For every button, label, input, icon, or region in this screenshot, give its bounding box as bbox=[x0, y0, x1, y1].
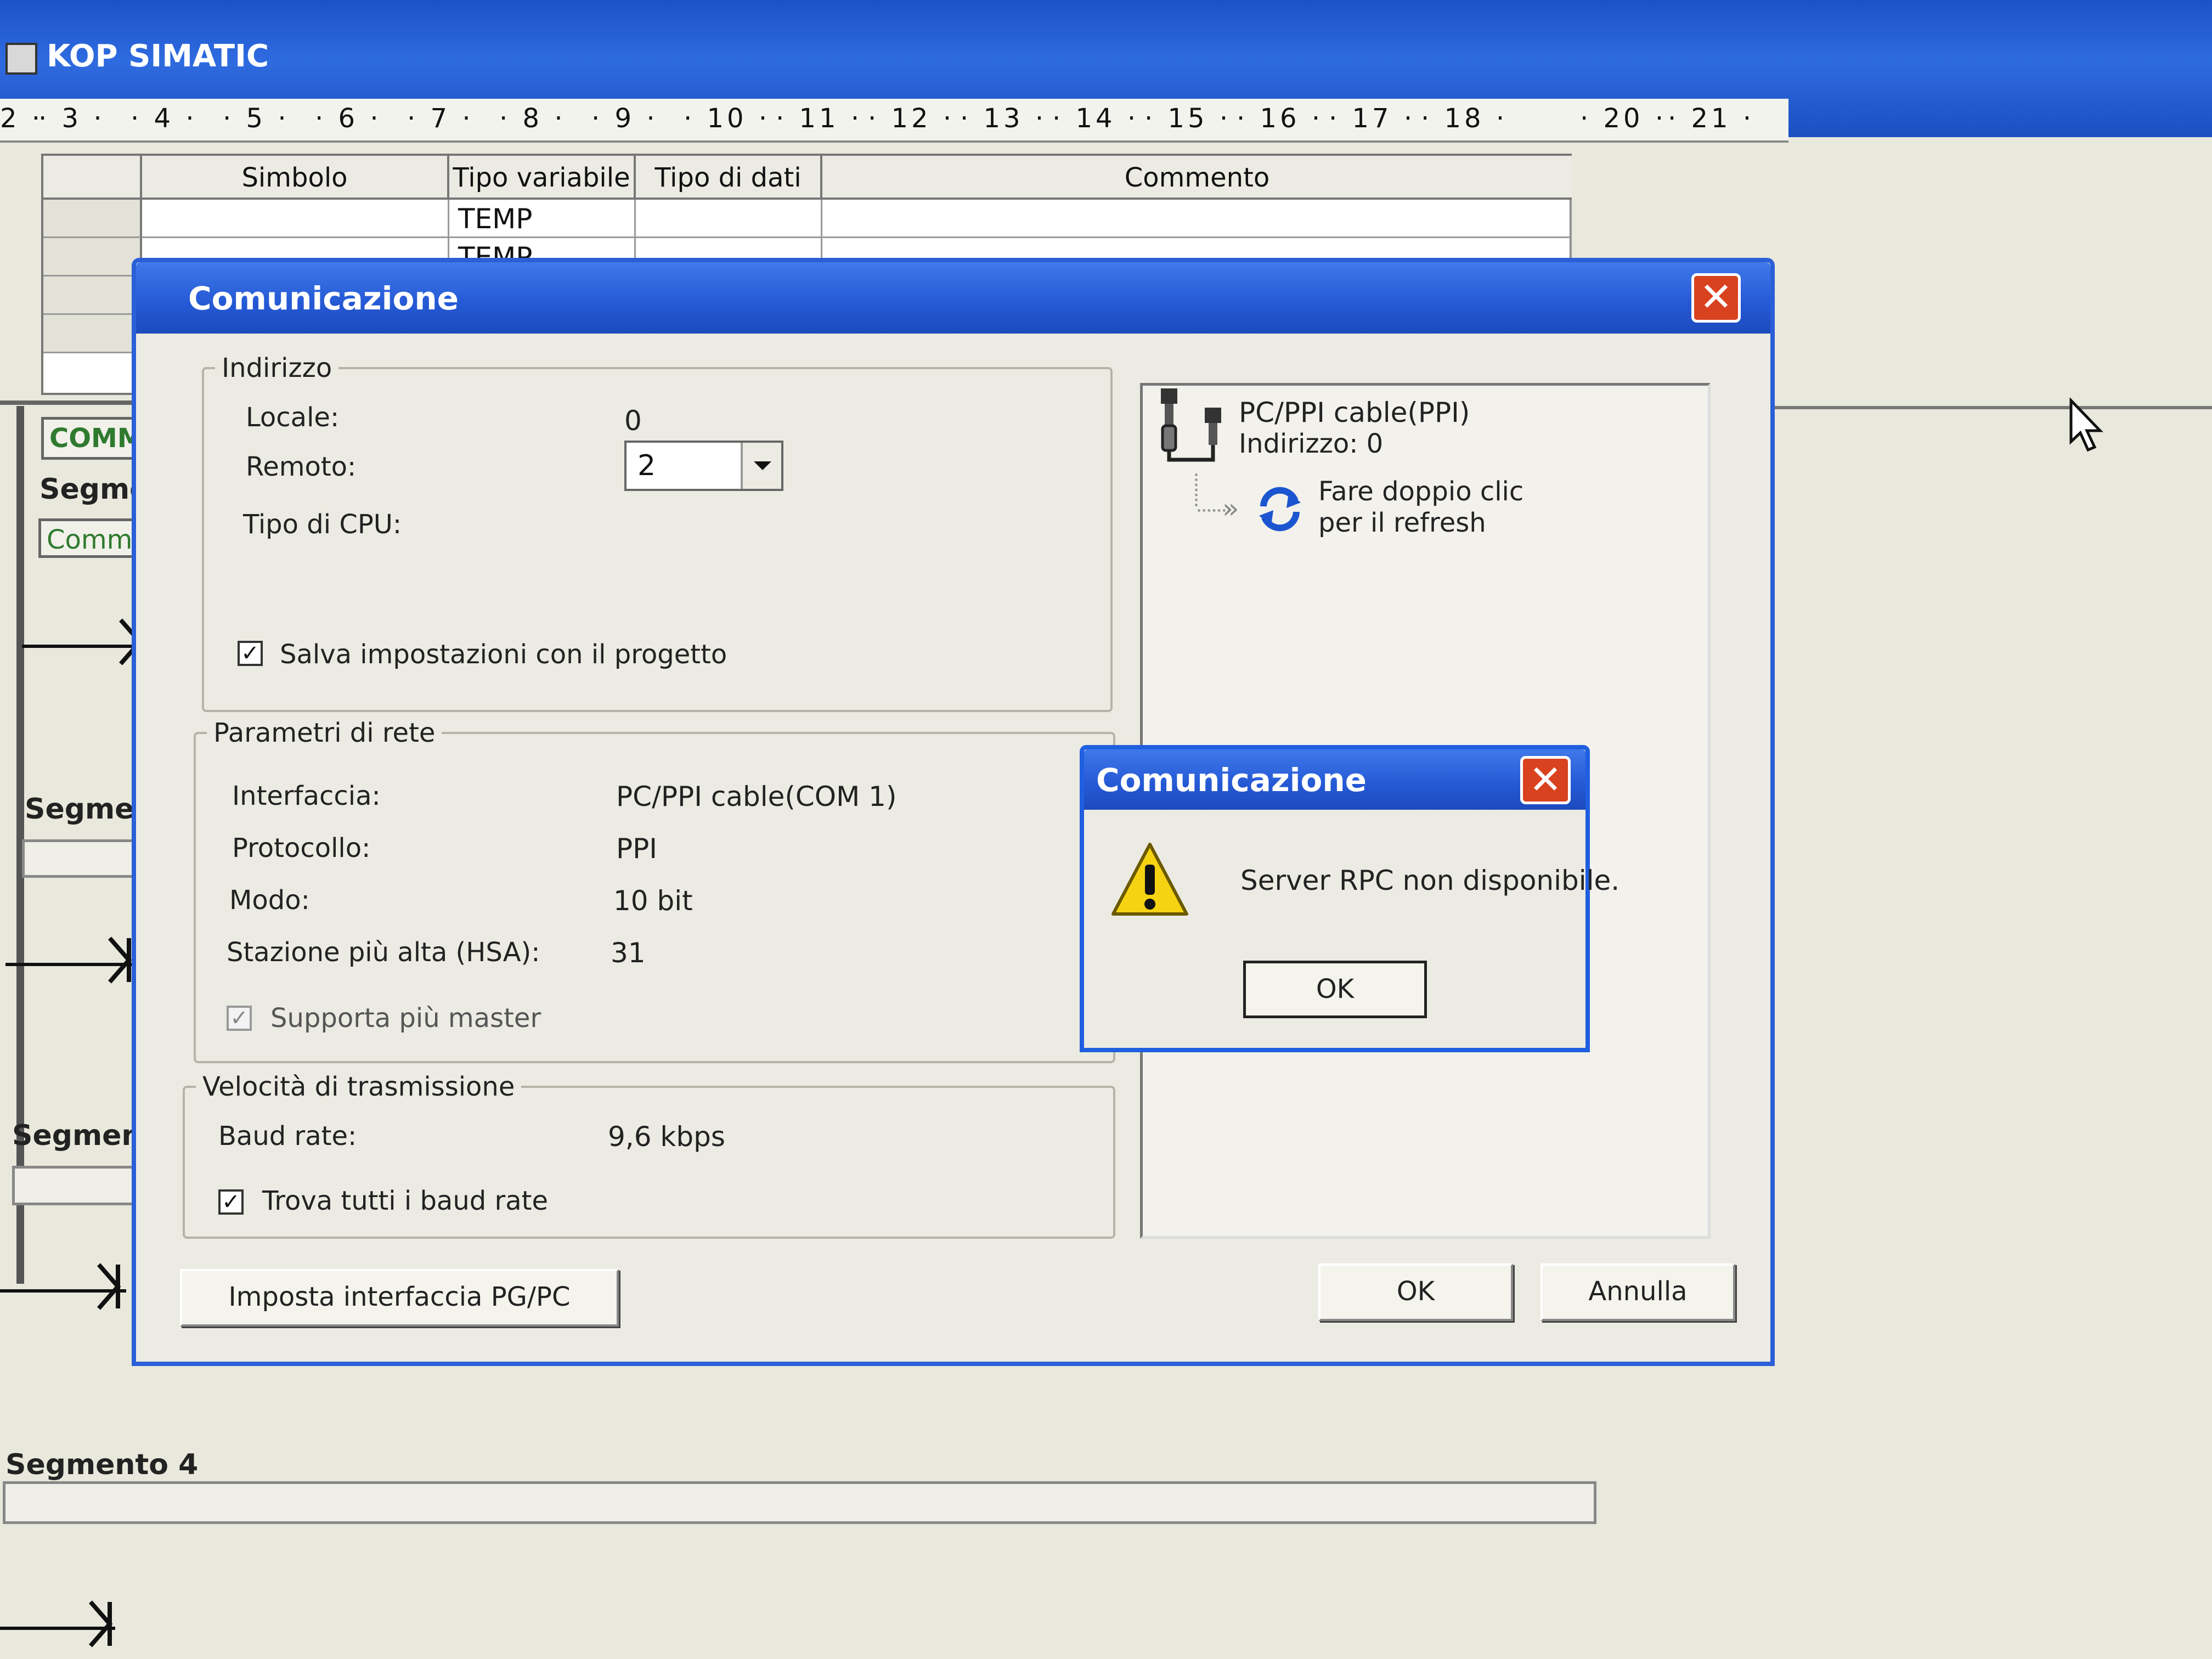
table-cell-var-type[interactable]: TEMP bbox=[449, 200, 636, 238]
dialog-close-button[interactable]: ✕ bbox=[1691, 273, 1741, 323]
dialog-cancel-button[interactable]: Annulla bbox=[1541, 1263, 1735, 1321]
mode-label: Modo: bbox=[229, 885, 310, 916]
app-title: KOP SIMATIC bbox=[47, 38, 269, 74]
remote-label: Remoto: bbox=[246, 452, 357, 482]
ruler-tick: · 9 · bbox=[591, 103, 658, 134]
address-legend: Indirizzo bbox=[222, 353, 332, 383]
cpu-type-label: Tipo di CPU: bbox=[243, 509, 402, 540]
ruler-tick: · 21 · bbox=[1668, 103, 1755, 134]
ruler-tick: · 18 · bbox=[1421, 103, 1508, 134]
baud-rate-value: 9,6 kbps bbox=[608, 1121, 725, 1153]
ruler-tick: · 12 · bbox=[868, 103, 955, 134]
set-pgpc-interface-button[interactable]: Imposta interfaccia PG/PC bbox=[180, 1269, 619, 1327]
ruler-tick: · 10 · bbox=[684, 103, 771, 134]
mouse-cursor-icon bbox=[2069, 398, 2103, 452]
col-header-data-type[interactable]: Tipo di dati bbox=[636, 156, 822, 200]
hsa-label: Stazione più alta (HSA): bbox=[227, 937, 540, 968]
multimaster-checkbox[interactable]: ✓ bbox=[227, 1006, 252, 1031]
save-settings-checkbox[interactable]: ✓ bbox=[238, 641, 263, 666]
table-cell-symbol[interactable] bbox=[142, 200, 449, 238]
find-all-baud-checkbox[interactable]: ✓ bbox=[218, 1189, 244, 1215]
cable-address: Indirizzo: 0 bbox=[1239, 428, 1384, 459]
row-header[interactable] bbox=[43, 238, 142, 276]
multimaster-label[interactable]: Supporta più master bbox=[270, 1003, 541, 1034]
ruler-tick: · 13 · bbox=[960, 103, 1047, 134]
message-box-title-bar[interactable]: Comunicazione ✕ bbox=[1084, 749, 1585, 810]
ruler-tick: · 3 · bbox=[38, 103, 105, 134]
ruler-tick: · 14 · bbox=[1052, 103, 1139, 134]
double-arrow-icon: » bbox=[1222, 493, 1239, 524]
col-header-symbol[interactable]: Simbolo bbox=[142, 156, 449, 200]
refresh-icon[interactable] bbox=[1252, 482, 1307, 537]
tree-connector bbox=[1195, 473, 1198, 506]
find-all-baud-label[interactable]: Trova tutti i baud rate bbox=[262, 1186, 548, 1216]
error-message-text: Server RPC non disponibile. bbox=[1240, 865, 1620, 896]
warning-icon bbox=[1111, 843, 1188, 916]
ruler-tick: · 6 · bbox=[315, 103, 382, 134]
row-header[interactable] bbox=[43, 200, 142, 238]
ruler-tick: · 15 · bbox=[1144, 103, 1232, 134]
refresh-hint-line2[interactable]: per il refresh bbox=[1318, 507, 1486, 538]
dialog-title: Comunicazione bbox=[188, 280, 459, 317]
interface-label: Interfaccia: bbox=[232, 781, 381, 811]
local-value: 0 bbox=[624, 405, 642, 437]
protocol-label: Protocollo: bbox=[232, 833, 371, 864]
hsa-value: 31 bbox=[611, 937, 646, 969]
row-header[interactable] bbox=[43, 315, 142, 353]
rung-end-icon bbox=[97, 1263, 121, 1310]
rung-end-icon bbox=[88, 1600, 113, 1647]
segment-4-label: Segmento 4 bbox=[5, 1448, 199, 1481]
message-box-title: Comunicazione bbox=[1096, 761, 1367, 799]
ruler-tick: · 8 · bbox=[499, 103, 566, 134]
editor-divider bbox=[1745, 406, 2212, 409]
message-box-ok-button[interactable]: OK bbox=[1243, 961, 1427, 1018]
remote-address-value: 2 bbox=[637, 449, 656, 482]
dialog-title-bar[interactable]: Comunicazione ✕ bbox=[136, 262, 1770, 334]
ruler-tick: 2 · bbox=[0, 103, 44, 134]
baud-rate-label: Baud rate: bbox=[218, 1121, 357, 1152]
network-params-legend: Parametri di rete bbox=[213, 718, 436, 748]
save-settings-label[interactable]: Salva impostazioni con il progetto bbox=[280, 639, 727, 670]
chevron-down-icon[interactable] bbox=[741, 443, 781, 489]
message-box-close-button[interactable]: ✕ bbox=[1520, 756, 1571, 804]
table-cell-comment[interactable] bbox=[822, 200, 1572, 238]
ruler-tick: · 11 · bbox=[776, 103, 863, 134]
col-header-comment[interactable]: Commento bbox=[822, 156, 1572, 200]
row-header[interactable] bbox=[43, 276, 142, 315]
ppi-cable-icon bbox=[1161, 388, 1221, 462]
ruler-tick: · 20 · bbox=[1580, 103, 1667, 134]
table-corner bbox=[43, 156, 142, 200]
refresh-hint-line1[interactable]: Fare doppio clic bbox=[1318, 476, 1523, 507]
col-header-var-type[interactable]: Tipo variabile bbox=[449, 156, 636, 200]
ruler-tick: · 16 · bbox=[1237, 103, 1324, 134]
segment-4-comment-input[interactable] bbox=[3, 1481, 1596, 1524]
ruler-tick: · 5 · bbox=[223, 103, 290, 134]
app-icon bbox=[5, 43, 37, 75]
cable-name[interactable]: PC/PPI cable(PPI) bbox=[1239, 397, 1470, 428]
table-cell-data-type[interactable] bbox=[636, 200, 822, 238]
error-message-box: Comunicazione ✕ Server RPC non disponibi… bbox=[1080, 745, 1620, 1052]
mode-value: 10 bit bbox=[613, 885, 693, 917]
ruler-tick: · 4 · bbox=[131, 103, 198, 134]
remote-address-select[interactable]: 2 bbox=[624, 441, 783, 491]
dialog-ok-button[interactable]: OK bbox=[1318, 1263, 1513, 1321]
transmission-speed-legend: Velocità di trasmissione bbox=[202, 1071, 515, 1102]
column-ruler: 2 · · 3 · · 4 · · 5 · · 6 · · 7 · · 8 · · 9 · · … bbox=[0, 99, 1788, 143]
ruler-tick: · 17 · bbox=[1329, 103, 1416, 134]
local-label: Locale: bbox=[246, 402, 340, 433]
ruler-tick: · 7 · bbox=[407, 103, 474, 134]
interface-value: PC/PPI cable(COM 1) bbox=[616, 781, 897, 812]
protocol-value: PPI bbox=[616, 833, 658, 865]
